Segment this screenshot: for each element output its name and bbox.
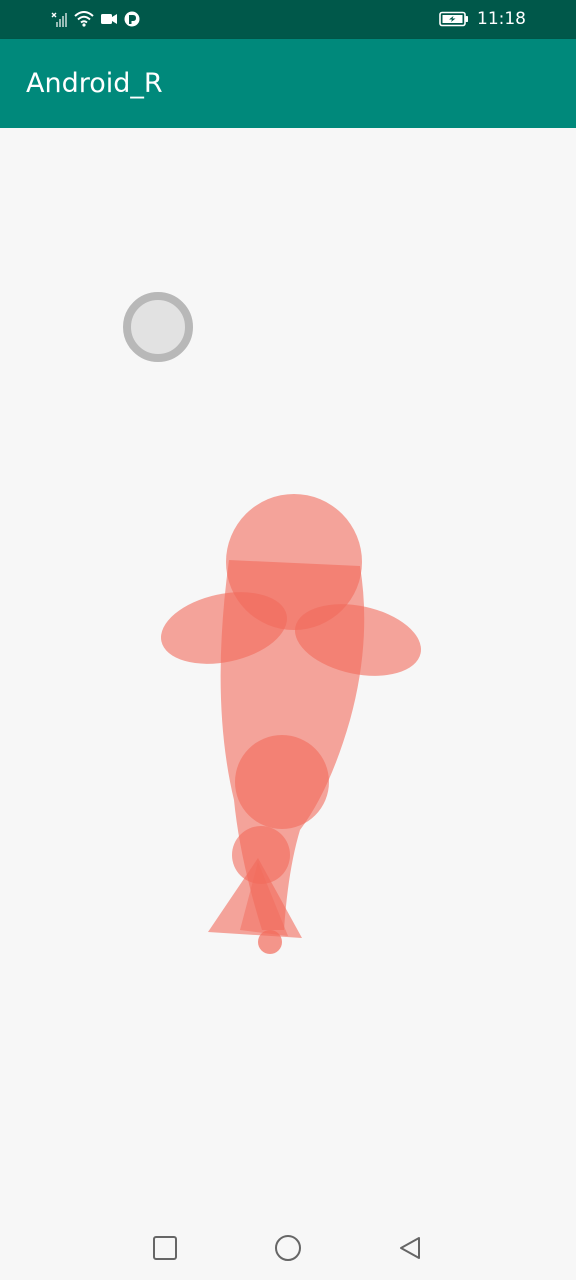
tail-tip [258, 930, 282, 954]
ripple-circle [123, 292, 193, 362]
circle-icon [275, 1235, 301, 1261]
back-triangle-icon [400, 1237, 420, 1259]
drawing-canvas[interactable] [0, 128, 576, 1215]
wifi-icon [74, 11, 94, 27]
status-bar: 11:18 [0, 0, 576, 39]
app-title: Android_R [26, 68, 163, 99]
status-time: 11:18 [477, 9, 526, 29]
battery-charging-icon [439, 11, 469, 27]
fish-head [226, 494, 362, 630]
recents-button[interactable] [150, 1233, 180, 1263]
fish-drawing[interactable] [0, 128, 576, 1215]
home-button[interactable] [273, 1233, 303, 1263]
video-camera-icon [100, 12, 118, 26]
signal-x-icon [50, 10, 68, 28]
navigation-bar [0, 1215, 576, 1280]
back-button[interactable] [395, 1233, 425, 1263]
fish-mid-segment [235, 735, 329, 829]
fish-group [161, 494, 421, 954]
app-notification-icon [124, 11, 140, 27]
square-icon [153, 1236, 177, 1260]
status-icons-left [50, 9, 140, 29]
status-icons-right: 11:18 [439, 9, 526, 29]
app-bar: Android_R [0, 39, 576, 128]
